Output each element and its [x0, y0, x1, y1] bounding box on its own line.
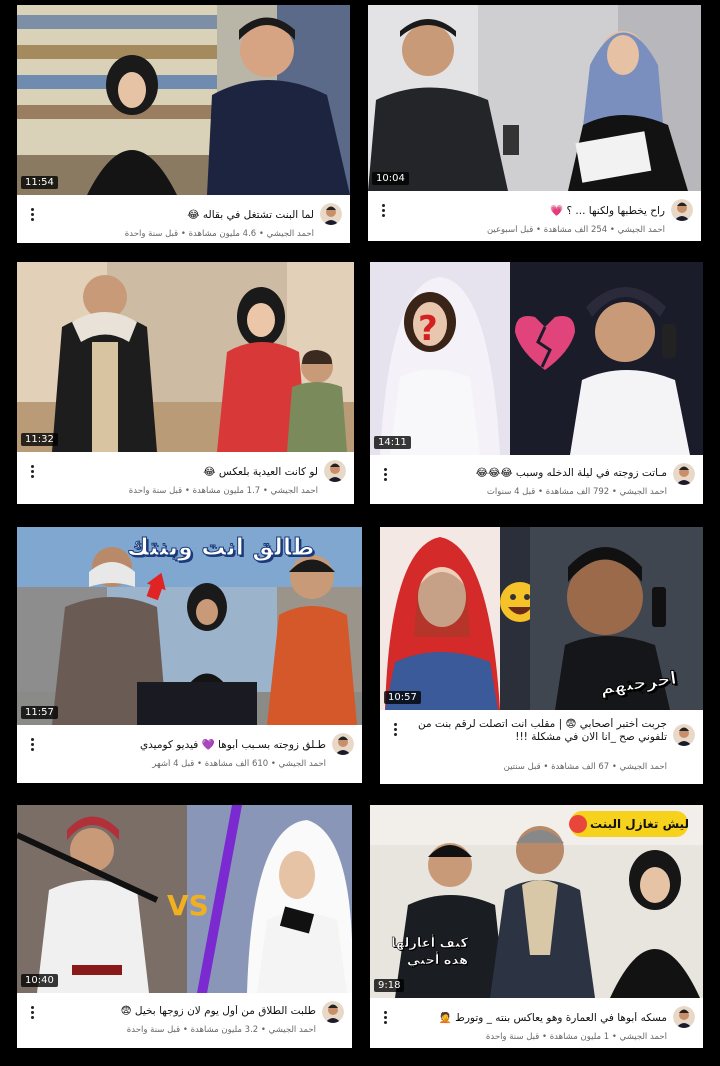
video-info: لما البنت تشتغل في بقاله 😂 أحمد الجيشي •… — [17, 195, 350, 243]
svg-text:?: ? — [418, 309, 438, 349]
video-info: راح يخطبها ولكنها ... ؟ 💗 أحمد الجيشي • … — [368, 191, 701, 241]
video-card-1[interactable]: 11:54 لما البنت تشتغل في بقاله 😂 أحمد ال… — [17, 5, 350, 243]
upload-age: قبل 4 سنوات — [486, 487, 536, 497]
upload-age: قبل سنة واحدة — [485, 1032, 540, 1042]
more-options-icon[interactable] — [31, 464, 35, 480]
video-thumbnail[interactable]: 11:54 — [17, 5, 350, 195]
video-thumbnail[interactable]: احرجتهم 10:57 — [380, 527, 703, 710]
video-duration: 11:54 — [21, 176, 58, 189]
more-options-icon[interactable] — [384, 467, 388, 483]
channel-avatar[interactable] — [673, 463, 695, 485]
view-count: 3.2 مليون مشاهدة — [190, 1025, 259, 1035]
video-info: مـاتت زوجته في ليلة الدخله وسبب 😂😂😂 أحمد… — [370, 455, 703, 504]
video-meta: أحمد الجيشي • 254 ألف مشاهدة • قبل أسبوع… — [486, 225, 665, 235]
more-options-icon[interactable] — [31, 207, 35, 223]
video-thumbnail[interactable]: 11:32 — [17, 262, 354, 452]
upload-age: قبل أسبوعين — [486, 225, 534, 235]
video-meta: أحمد الجيشي • 1 مليون مشاهدة • قبل سنة و… — [485, 1032, 667, 1042]
thumbnail-overlay-text: طالق انت وبنتك — [127, 533, 315, 562]
video-info: مسكه أبوها في العمارة وهو يعاكس بنته _ و… — [370, 998, 703, 1048]
video-duration: 10:57 — [384, 691, 421, 704]
channel-name[interactable]: أحمد الجيشي — [271, 486, 318, 496]
video-info: جربت أختبر أصحابي 😨 | مقلب انت اتصلت لرق… — [380, 710, 703, 784]
video-duration: 9:18 — [374, 979, 405, 992]
channel-avatar[interactable] — [332, 733, 354, 755]
thumbnail-badge-text: ليش تغازل البنت — [590, 817, 689, 831]
thumbnail-overlay-text: كيف أغازلها هذه أختي — [391, 936, 468, 969]
upload-age: قبل سنة واحدة — [126, 1025, 181, 1035]
video-card-8[interactable]: ليش تغازل البنت كيف أغازلها هذه أختي 9:1… — [370, 805, 703, 1048]
view-count: 67 ألف مشاهدة — [551, 762, 610, 772]
video-duration: 11:57 — [21, 706, 58, 719]
channel-avatar[interactable] — [673, 1006, 695, 1028]
video-info: طلبت الطلاق من أول يوم لان زوجها بخيل 😨 … — [17, 993, 352, 1048]
channel-name[interactable]: أحمد الجيشي — [618, 225, 665, 235]
more-options-icon[interactable] — [31, 737, 35, 753]
video-card-5[interactable]: طالق انت وبنتك 11:57 طـلق زوجته بسـبب أب… — [17, 527, 362, 783]
video-meta: أحمد الجيشي • 3.2 مليون مشاهدة • قبل سنة… — [126, 1025, 316, 1035]
video-info: لو كانت العيدية بلعكس 😂 أحمد الجيشي • 1.… — [17, 452, 354, 504]
more-options-icon[interactable] — [382, 203, 386, 219]
vs-label: VS — [167, 889, 209, 922]
video-thumbnail[interactable]: طالق انت وبنتك 11:57 — [17, 527, 362, 725]
view-count: 610 ألف مشاهدة — [204, 759, 269, 769]
upload-age: قبل 4 أشهر — [152, 759, 195, 769]
video-thumbnail[interactable]: ? 14:11 — [370, 262, 703, 455]
video-card-6[interactable]: احرجتهم 10:57 جربت أختبر أصحابي 😨 | مقلب… — [380, 527, 703, 784]
more-options-icon[interactable] — [394, 722, 398, 738]
more-options-icon[interactable] — [31, 1005, 35, 1021]
video-title[interactable]: جربت أختبر أصحابي 😨 | مقلب انت اتصلت لرق… — [408, 718, 667, 758]
video-card-2[interactable]: 10:04 راح يخطبها ولكنها ... ؟ 💗 أحمد الج… — [368, 5, 701, 241]
video-card-3[interactable]: 11:32 لو كانت العيدية بلعكس 😂 أحمد الجيش… — [17, 262, 354, 504]
video-title[interactable]: مـاتت زوجته في ليلة الدخله وسبب 😂😂😂 — [398, 467, 667, 480]
video-meta: أحمد الجيشي • 610 ألف مشاهدة • قبل 4 أشه… — [152, 759, 326, 769]
video-title[interactable]: لما البنت تشتغل في بقاله 😂 — [45, 209, 314, 222]
video-card-4[interactable]: ? 14:11 مـاتت زوجته في ليلة الدخله وسبب … — [370, 262, 703, 504]
channel-name[interactable]: أحمد الجيشي — [279, 759, 326, 769]
channel-name[interactable]: أحمد الجيشي — [269, 1025, 316, 1035]
channel-avatar[interactable] — [673, 724, 695, 746]
view-count: 792 ألف مشاهدة — [545, 487, 610, 497]
video-thumbnail[interactable]: ليش تغازل البنت كيف أغازلها هذه أختي 9:1… — [370, 805, 703, 998]
video-duration: 10:40 — [21, 974, 58, 987]
video-title[interactable]: طـلق زوجته بسـبب أبوها 💜 فيديو كوميدي — [45, 739, 326, 752]
view-count: 1 مليون مشاهدة — [549, 1032, 610, 1042]
video-title[interactable]: راح يخطبها ولكنها ... ؟ 💗 — [396, 205, 665, 218]
video-duration: 14:11 — [374, 436, 411, 449]
channel-avatar[interactable] — [322, 1001, 344, 1023]
video-duration: 11:32 — [21, 433, 58, 446]
video-thumbnail[interactable]: 10:04 — [368, 5, 701, 191]
video-card-7[interactable]: VS 10:40 طلبت الطلاق من أول يوم لان زوجه… — [17, 805, 352, 1048]
more-options-icon[interactable] — [384, 1010, 388, 1026]
channel-avatar[interactable] — [324, 460, 346, 482]
view-count: 1.7 مليون مشاهدة — [192, 486, 261, 496]
video-meta: أحمد الجيشي • 1.7 مليون مشاهدة • قبل سنة… — [128, 486, 318, 496]
channel-avatar[interactable] — [671, 199, 693, 221]
video-title[interactable]: لو كانت العيدية بلعكس 😂 — [45, 466, 318, 479]
video-meta: أحمد الجيشي • 67 ألف مشاهدة • قبل سنتين — [503, 762, 667, 772]
view-count: 4.6 مليون مشاهدة — [188, 229, 257, 239]
channel-name[interactable]: أحمد الجيشي — [267, 229, 314, 239]
video-title[interactable]: مسكه أبوها في العمارة وهو يعاكس بنته _ و… — [398, 1012, 667, 1025]
video-duration: 10:04 — [372, 172, 409, 185]
upload-age: قبل سنة واحدة — [124, 229, 179, 239]
video-info: طـلق زوجته بسـبب أبوها 💜 فيديو كوميدي أح… — [17, 725, 362, 783]
channel-avatar[interactable] — [320, 203, 342, 225]
view-count: 254 ألف مشاهدة — [543, 225, 608, 235]
channel-name[interactable]: أحمد الجيشي — [620, 487, 667, 497]
video-meta: أحمد الجيشي • 4.6 مليون مشاهدة • قبل سنة… — [124, 229, 314, 239]
video-meta: أحمد الجيشي • 792 ألف مشاهدة • قبل 4 سنو… — [486, 487, 667, 497]
video-title[interactable]: طلبت الطلاق من أول يوم لان زوجها بخيل 😨 — [45, 1005, 316, 1018]
upload-age: قبل سنة واحدة — [128, 486, 183, 496]
channel-name[interactable]: أحمد الجيشي — [620, 1032, 667, 1042]
channel-name[interactable]: أحمد الجيشي — [620, 762, 667, 772]
video-thumbnail[interactable]: VS 10:40 — [17, 805, 352, 993]
upload-age: قبل سنتين — [503, 762, 541, 772]
